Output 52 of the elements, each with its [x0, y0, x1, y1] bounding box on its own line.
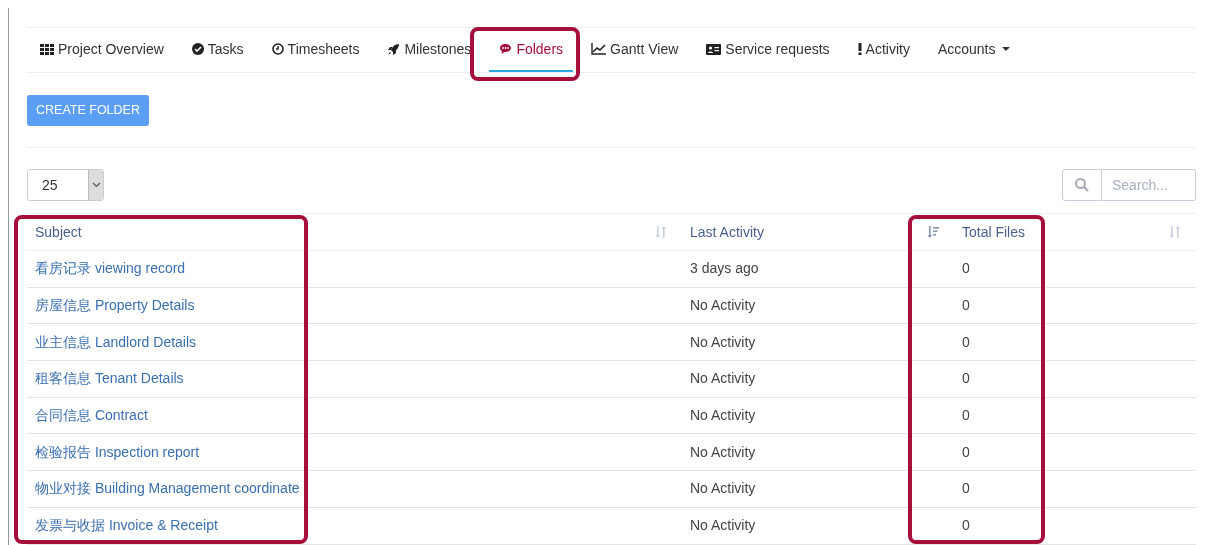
table-cell: No Activity — [690, 297, 756, 314]
page-size-value: 25 — [41, 175, 59, 195]
exclamation-icon — [857, 43, 862, 55]
nav-tab[interactable]: Tasks — [181, 28, 254, 72]
chat-bubble-icon — [499, 43, 513, 55]
table-cell: 0 — [962, 370, 970, 387]
chevron-icon — [88, 170, 103, 200]
table-cell: 0 — [962, 297, 970, 314]
table-cell: 0 — [962, 480, 970, 497]
search-icon — [1062, 169, 1102, 201]
table-cell: 0 — [962, 407, 970, 424]
table-cell: 0 — [962, 333, 970, 350]
rocket-icon — [387, 42, 401, 56]
table-cell: 0 — [962, 443, 970, 460]
line-chart-icon — [591, 43, 607, 55]
sort-descending-icon[interactable] — [926, 225, 940, 239]
table-cell: No Activity — [690, 407, 756, 424]
id-card-icon — [706, 43, 722, 55]
clock-icon — [271, 43, 284, 55]
nav-tab[interactable]: Service requests — [696, 28, 840, 72]
nav-tab[interactable]: Timesheets — [261, 28, 370, 72]
sort-icon[interactable] — [654, 225, 668, 239]
folder-link[interactable]: 房屋信息 Property Details — [35, 297, 195, 314]
table-cell: No Activity — [690, 333, 756, 350]
folder-link[interactable]: 物业对接 Building Management coordinate — [35, 480, 300, 497]
nav-tab[interactable]: Project Overview — [30, 28, 174, 72]
sort-icon[interactable] — [1168, 225, 1182, 239]
page-size-select[interactable]: 25 — [27, 169, 104, 201]
search-field[interactable]: Search... — [1102, 169, 1196, 201]
folder-link[interactable]: 业主信息 Landlord Details — [35, 333, 197, 350]
nav-tab[interactable]: Gantt View — [581, 28, 689, 72]
table-cell: No Activity — [690, 480, 756, 497]
folder-link[interactable]: 看房记录 viewing record — [35, 260, 186, 277]
table-cell: No Activity — [690, 443, 756, 460]
nav-tab[interactable]: Accounts — [927, 28, 1020, 72]
check-circle-icon — [191, 43, 204, 55]
table-cell: 3 days ago — [690, 260, 759, 277]
column-header[interactable]: Subject — [35, 221, 82, 243]
folder-link[interactable]: 合同信息 Contract — [35, 407, 148, 424]
table-cell: No Activity — [690, 370, 756, 387]
table-cell: 0 — [962, 517, 970, 534]
folder-link[interactable]: 租客信息 Tenant Details — [35, 370, 184, 387]
column-header[interactable]: Total Files — [962, 221, 1026, 243]
table-cell: 0 — [962, 260, 970, 277]
column-header[interactable]: Last Activity — [690, 221, 764, 243]
folder-link[interactable]: 发票与收据 Invoice & Receipt — [35, 517, 218, 534]
table-cell: No Activity — [690, 517, 756, 534]
nav-tab[interactable]: Folders — [489, 28, 574, 72]
nav-tab[interactable]: Milestones — [377, 28, 482, 72]
folder-link[interactable]: 检验报告 Inspection report — [35, 443, 200, 460]
grid-icon — [40, 43, 54, 55]
nav-tab[interactable]: Activity — [847, 28, 920, 72]
